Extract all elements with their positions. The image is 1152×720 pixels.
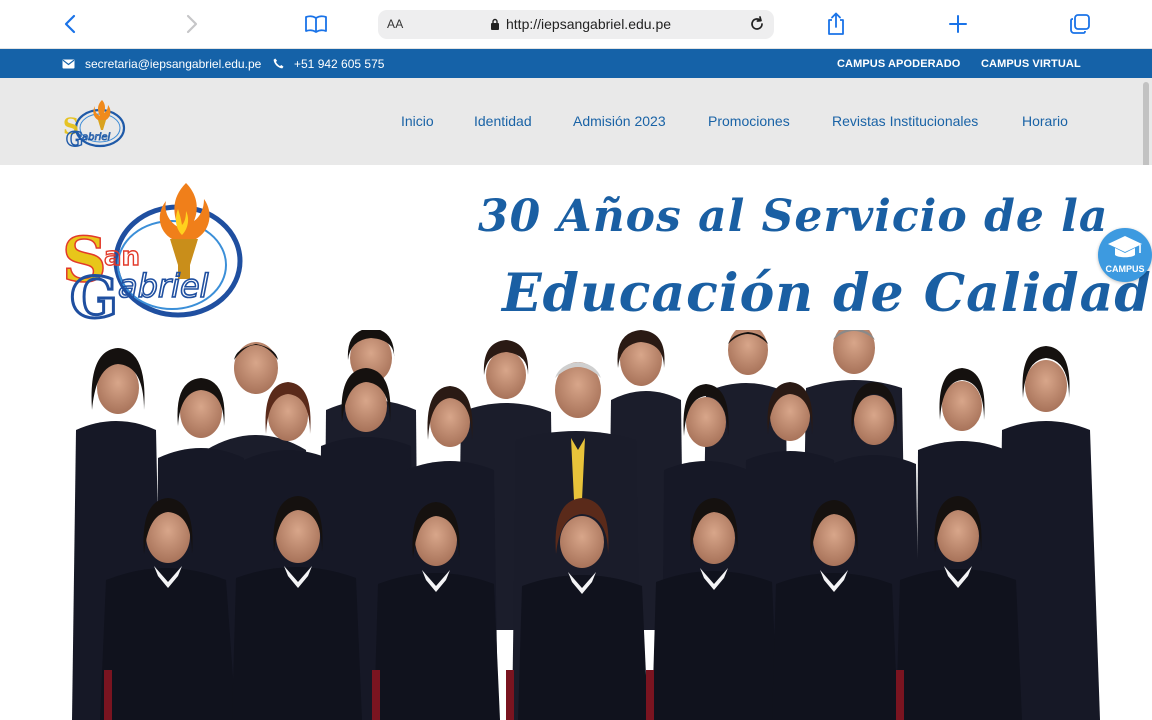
email-icon [62, 59, 75, 68]
campus-virtual-link[interactable]: CAMPUS VIRTUAL [981, 49, 1081, 78]
hero-school-logo: S S an G abriel [60, 179, 270, 333]
nav-item-admision[interactable]: Admisión 2023 [573, 113, 666, 129]
url-text: http://iepsangabriel.edu.pe [506, 16, 672, 32]
staff-group-photo [72, 330, 1100, 720]
email-text: secretaria@iepsangabriel.edu.pe [85, 56, 262, 71]
browser-toolbar: AA http://iepsangabriel.edu.pe [0, 0, 1152, 49]
hero-banner: S S an G abriel 30 Años al Servicio de l… [0, 165, 1152, 720]
nav-item-horario[interactable]: Horario [1022, 113, 1068, 129]
floating-campus-button[interactable]: CAMPUS [1098, 228, 1152, 282]
email-contact[interactable]: secretaria@iepsangabriel.edu.pe [62, 49, 261, 78]
graduation-cap-icon [1108, 236, 1142, 258]
nav-item-inicio[interactable]: Inicio [401, 113, 434, 129]
svg-text:abriel: abriel [82, 132, 111, 143]
reload-icon[interactable] [748, 15, 766, 38]
main-navbar: S G abriel Inicio Identidad Admisión 202… [0, 78, 1152, 165]
address-bar[interactable]: AA http://iepsangabriel.edu.pe [378, 10, 774, 39]
nav-item-identidad[interactable]: Identidad [474, 113, 532, 129]
svg-text:G: G [66, 127, 83, 151]
text-size-button[interactable]: AA [387, 17, 403, 31]
nav-item-promociones[interactable]: Promociones [708, 113, 790, 129]
phone-contact[interactable]: +51 942 605 575 [273, 49, 384, 78]
svg-text:G: G [70, 265, 118, 324]
campus-apoderado-link[interactable]: CAMPUS APODERADO [837, 49, 960, 78]
new-tab-icon[interactable] [944, 10, 972, 38]
share-icon[interactable] [822, 10, 850, 38]
school-logo[interactable]: S G abriel [62, 96, 134, 152]
forward-icon[interactable] [178, 10, 206, 38]
top-info-bar: secretaria@iepsangabriel.edu.pe +51 942 … [0, 49, 1152, 78]
campus-button-label: CAMPUS [1105, 264, 1145, 274]
nav-item-revistas[interactable]: Revistas Institucionales [832, 113, 978, 129]
lock-icon [490, 18, 500, 36]
bookmarks-icon[interactable] [302, 10, 330, 38]
svg-text:abriel: abriel [118, 267, 209, 305]
hero-title-line2: Educación de Calidad [502, 263, 1152, 324]
hero-title-line1: 30 Años al Servicio de la [478, 191, 1109, 242]
back-icon[interactable] [56, 10, 84, 38]
phone-icon [273, 58, 284, 69]
phone-text: +51 942 605 575 [294, 56, 385, 71]
tabs-icon[interactable] [1066, 10, 1094, 38]
